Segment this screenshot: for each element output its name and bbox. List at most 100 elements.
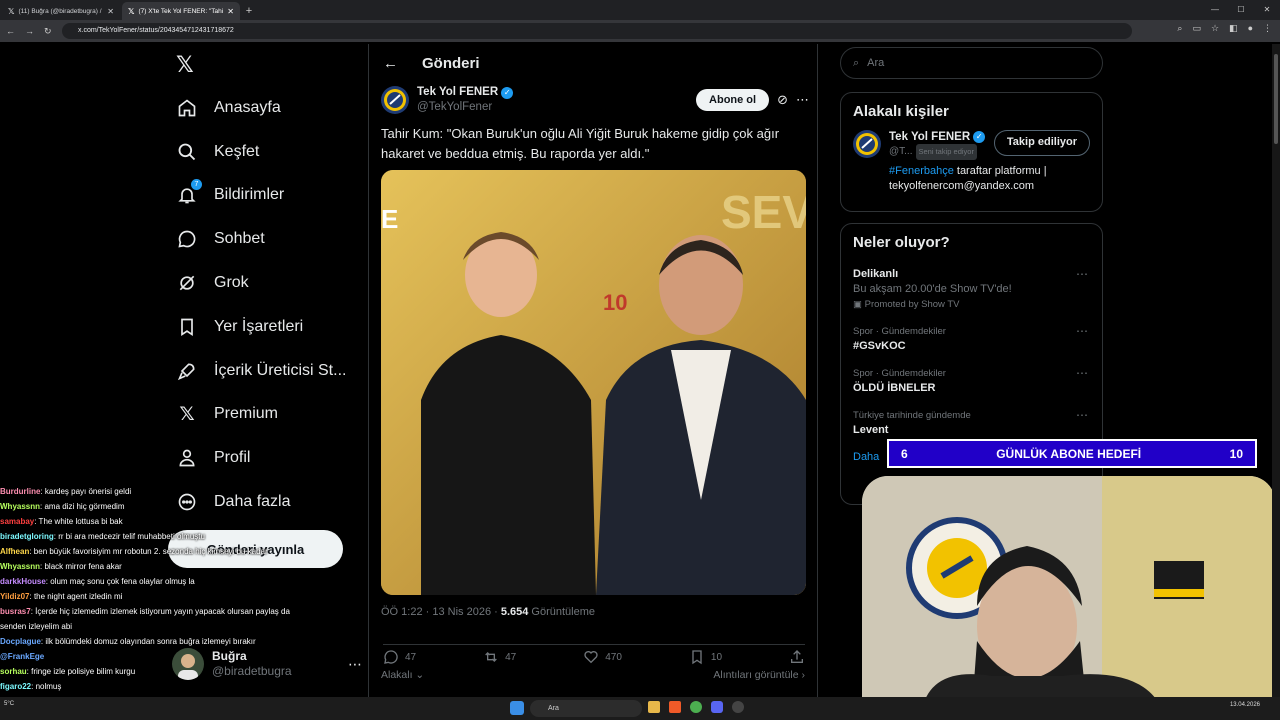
view-quotes-link[interactable]: Alıntıları görüntüle ›	[713, 669, 805, 681]
profile-icon[interactable]: ●	[1248, 23, 1253, 34]
maximize-icon[interactable]: ☐	[1228, 0, 1254, 20]
sidebar-item-home[interactable]: Anasayfa	[168, 86, 358, 130]
sidebar-item-grok[interactable]: Grok	[168, 261, 358, 305]
trend-category: Türkiye tarihinde gündemde	[853, 410, 971, 421]
avatar[interactable]	[853, 130, 881, 158]
start-menu-icon[interactable]	[510, 701, 524, 715]
file-explorer-icon[interactable]	[648, 701, 660, 713]
x-logo-icon: 𝕏	[8, 6, 15, 16]
chat-message: biradetgloring: rr bi ara medcezir telif…	[0, 529, 340, 544]
related-dropdown[interactable]: Alakalı ⌄	[381, 669, 424, 681]
trend-item[interactable]: Spor · Gündemdekiler ÖLDÜ İBNELER ⋯	[841, 360, 1102, 402]
trend-title: Levent	[853, 424, 889, 436]
star-icon[interactable]: ☆	[1211, 23, 1219, 34]
browser-tab[interactable]: 𝕏 (11) Buğra (@biradetbugra) / X ✕	[2, 2, 120, 20]
bookmark-button[interactable]: 10	[689, 649, 722, 665]
search-icon[interactable]: ⌕	[1177, 23, 1182, 34]
view-label: Görüntüleme	[528, 606, 596, 618]
sidebar-item-premium[interactable]: 𝕏 Premium	[168, 393, 358, 437]
chat-message: samabay: The white lottusa bi bak	[0, 514, 340, 529]
subscribe-button[interactable]: Abone ol	[696, 89, 770, 111]
related-person[interactable]: Tek Yol FENER ✓ @T... Seni takip ediyor Ta…	[841, 130, 1102, 160]
chat-message: sorhau: fringe izle polisiye bilim kurgu	[0, 664, 340, 679]
scrollbar-thumb[interactable]	[1274, 54, 1278, 144]
bio-hashtag-link[interactable]: #Fenerbahçe	[889, 165, 954, 177]
share-button[interactable]	[789, 649, 805, 665]
reply-button[interactable]: 47	[383, 649, 416, 665]
extensions-icon[interactable]: ◧	[1229, 23, 1238, 34]
author-name[interactable]: Tek Yol FENER	[417, 85, 498, 100]
pinned-apps	[648, 701, 744, 713]
trend-title: ÖLDÜ İBNELER	[853, 382, 936, 394]
more-icon[interactable]: ⋯	[348, 656, 362, 673]
repost-button[interactable]: 47	[483, 649, 516, 665]
weather-widget[interactable]: 5°C	[4, 700, 14, 708]
address-bar-row: ← → ↻ x.com/TekYolFener/status/204345471…	[0, 20, 1280, 42]
chat-text: : black mirror fena akar	[40, 562, 122, 571]
window-controls: — ☐ ✕	[1202, 0, 1280, 20]
chat-username: darkkHouse	[0, 577, 46, 586]
sidebar-item-label: Bildirimler	[214, 186, 285, 204]
new-tab-button[interactable]: +	[240, 2, 258, 20]
forward-icon[interactable]: →	[25, 26, 34, 36]
brave-icon[interactable]	[669, 701, 681, 713]
minimize-icon[interactable]: —	[1202, 0, 1228, 20]
author-handle[interactable]: @TekYolFener	[417, 100, 688, 115]
close-icon[interactable]: ✕	[227, 7, 234, 16]
reload-icon[interactable]: ↻	[44, 26, 52, 37]
sidebar-item-explore[interactable]: Keşfet	[168, 130, 358, 174]
chat-message: figaro22: nolmuş	[0, 679, 340, 694]
sidebar-item-profile[interactable]: Profil	[168, 436, 358, 480]
more-icon[interactable]: ⋯	[1076, 324, 1088, 339]
tweet-photo[interactable]: E SEVDA 10	[381, 170, 806, 595]
taskbar-clock[interactable]: 13.04.2026	[1230, 701, 1260, 709]
trend-item[interactable]: Türkiye tarihinde gündemde Levent ⋯	[841, 402, 1102, 444]
person-icon	[176, 447, 198, 469]
rocket-icon	[176, 360, 198, 382]
chat-username: biradetgloring	[0, 532, 54, 541]
obs-icon[interactable]	[732, 701, 744, 713]
chat-username: samabay	[0, 517, 35, 526]
back-arrow-icon[interactable]: ←	[383, 55, 398, 72]
trend-title: Delikanlı	[853, 268, 899, 280]
sidebar-item-notifications[interactable]: 7 Bildirimler	[168, 174, 358, 218]
discord-icon[interactable]	[711, 701, 723, 713]
url-field[interactable]: x.com/TekYolFener/status/204345471243171…	[62, 23, 1132, 39]
search-input[interactable]: ⌕ Ara	[840, 47, 1103, 79]
more-icon[interactable]: ⋯	[1076, 408, 1088, 423]
grok-icon[interactable]: ⊘	[777, 92, 788, 108]
weather-temp: 5°C	[4, 701, 15, 707]
browser-tab-active[interactable]: 𝕏 (7) X'te Tek Yol FENER: "Tahir K... ✕	[122, 2, 240, 20]
avatar[interactable]	[381, 86, 409, 114]
like-button[interactable]: 470	[583, 649, 622, 665]
more-icon[interactable]: ⋯	[1076, 366, 1088, 381]
chat-text: : fringe izle polisiye bilim kurgu	[26, 667, 136, 676]
sidebar-item-bookmarks[interactable]: Yer İşaretleri	[168, 305, 358, 349]
menu-icon[interactable]: ⋮	[1263, 23, 1272, 34]
trend-item[interactable]: Delikanlı Bu akşam 20.00'de Show TV'de! …	[841, 261, 1102, 318]
chat-username: busras7	[0, 607, 31, 616]
more-icon[interactable]: ⋯	[796, 92, 809, 108]
sidebar-item-chat[interactable]: Sohbet	[168, 217, 358, 261]
trend-category: Spor · Gündemdekiler	[853, 368, 946, 379]
chat-username: Docplague	[0, 637, 41, 646]
sidebar-item-creator-studio[interactable]: İçerik Üreticisi St...	[168, 349, 358, 393]
more-icon[interactable]: ⋯	[1076, 267, 1088, 282]
page-scrollbar[interactable]	[1272, 44, 1280, 697]
close-window-icon[interactable]: ✕	[1254, 0, 1280, 20]
tweet-timestamp[interactable]: ÖÖ 1:22 · 13 Nis 2026 ·	[381, 606, 501, 618]
bell-icon: 7	[176, 179, 202, 206]
chat-message: Docplague: ilk bölümdeki domuz olayından…	[0, 634, 340, 649]
following-button[interactable]: Takip ediliyor	[993, 130, 1090, 156]
cast-icon[interactable]: ▭	[1192, 23, 1201, 34]
close-icon[interactable]: ✕	[107, 7, 114, 16]
chat-message: @FrankEge	[0, 649, 340, 664]
back-icon[interactable]: ←	[6, 26, 15, 36]
verified-badge-icon: ✓	[973, 131, 986, 143]
trend-item[interactable]: Spor · Gündemdekiler #GSvKOC ⋯	[841, 318, 1102, 360]
subscriber-goal-bar: 6 GÜNLÜK ABONE HEDEFİ 10	[887, 439, 1257, 468]
taskbar-search[interactable]: Ara	[530, 700, 642, 717]
x-logo-icon[interactable]: 𝕏	[168, 44, 358, 86]
chrome-icon[interactable]	[690, 701, 702, 713]
person-name[interactable]: Tek Yol FENER	[889, 130, 970, 144]
